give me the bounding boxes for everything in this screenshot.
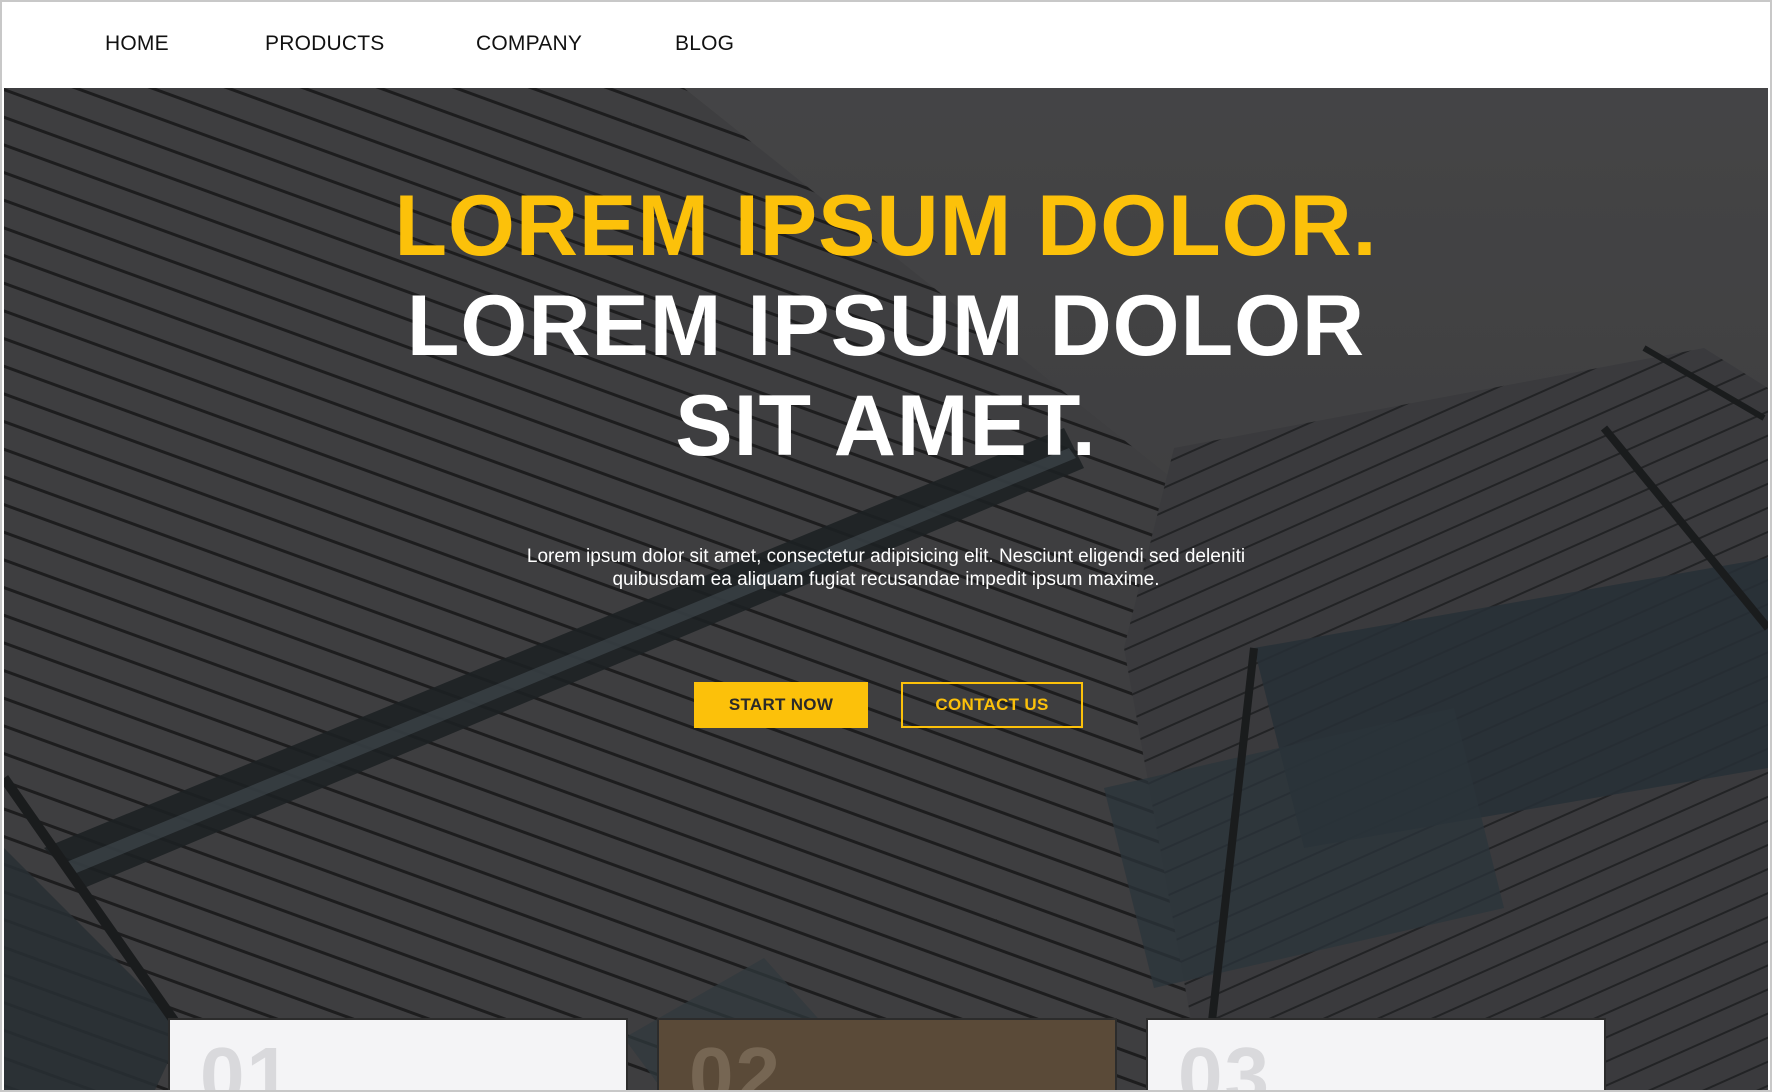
hero-description: Lorem ipsum dolor sit amet, consectetur …: [526, 546, 1246, 590]
hero-headline-line-1: LOREM IPSUM DOLOR: [406, 278, 1366, 374]
top-navigation: HOME PRODUCTS COMPANY BLOG: [2, 2, 1770, 88]
card-number: 03: [1178, 1031, 1271, 1092]
hero-headline-line-2: SIT AMET.: [675, 378, 1097, 474]
nav-item-blog[interactable]: BLOG: [675, 32, 734, 56]
card-number: 01: [200, 1031, 293, 1092]
nav-item-products[interactable]: PRODUCTS: [265, 32, 384, 56]
card-number: 02: [689, 1031, 782, 1092]
contact-us-button[interactable]: CONTACT US: [901, 682, 1083, 728]
hero-section: LOREM IPSUM DOLOR. LOREM IPSUM DOLOR SIT…: [4, 88, 1768, 1090]
nav-item-home[interactable]: HOME: [105, 32, 169, 56]
page-frame: HOME PRODUCTS COMPANY BLOG LOREM IPSUM D…: [0, 0, 1772, 1092]
feature-card[interactable]: 02: [657, 1018, 1117, 1092]
feature-card[interactable]: 03: [1146, 1018, 1606, 1092]
nav-item-company[interactable]: COMPANY: [476, 32, 582, 56]
feature-card[interactable]: 01: [168, 1018, 628, 1092]
start-now-button[interactable]: START NOW: [694, 682, 868, 728]
hero-headline-accent: LOREM IPSUM DOLOR.: [394, 178, 1378, 274]
